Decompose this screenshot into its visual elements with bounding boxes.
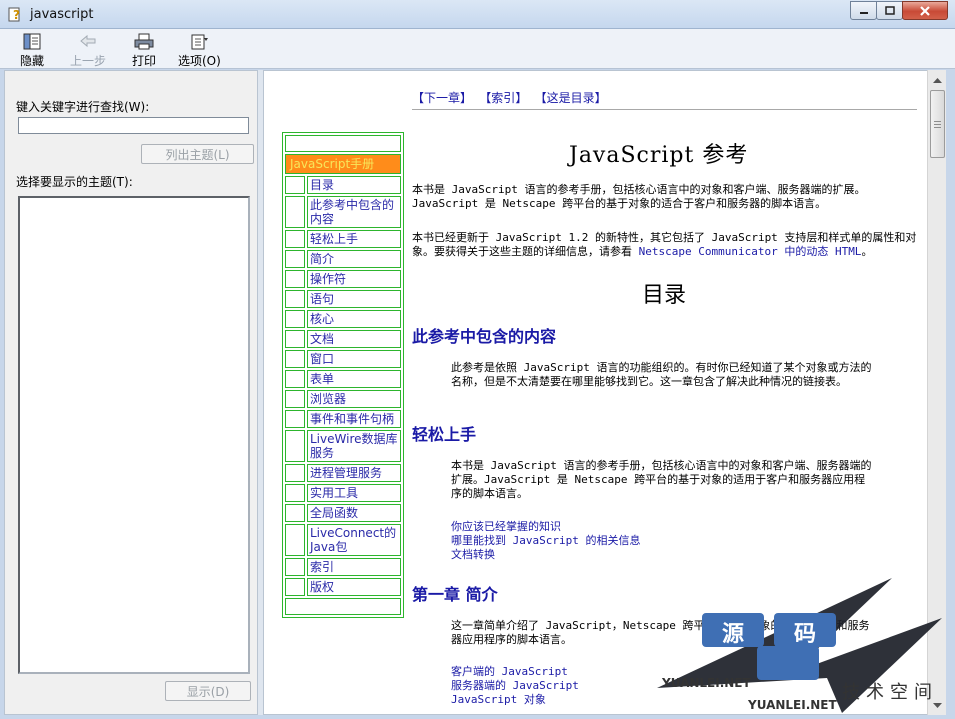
scroll-up-icon xyxy=(933,77,942,83)
scroll-thumb[interactable] xyxy=(930,90,945,158)
section-body-contents: 此参考是依照 JavaScript 语言的功能组织的。有时你已经知道了某个对象或… xyxy=(451,361,872,388)
toc-frame: JavaScript手册 目录 此参考中包含的内容 轻松上手 简介 操作符 语句… xyxy=(282,132,404,618)
print-button[interactable]: 打印 xyxy=(132,33,156,69)
toc-item[interactable]: LiveConnect的Java包 xyxy=(285,524,401,556)
toc-item[interactable]: 窗口 xyxy=(285,350,401,368)
page-title: JavaScript 参考 xyxy=(569,143,749,168)
title-bar: ? javascript xyxy=(0,0,955,29)
hide-pane-icon xyxy=(23,33,41,50)
toc-item[interactable]: 简介 xyxy=(285,250,401,268)
close-button[interactable] xyxy=(902,1,948,20)
link-prerequisites[interactable]: 你应该已经掌握的知识 xyxy=(451,520,561,534)
options-button[interactable]: 选项(O) xyxy=(178,33,221,69)
intro-paragraph-1: 本书是 JavaScript 语言的参考手册，包括核心语言中的对象和客户端、服务… xyxy=(412,183,866,210)
minimize-button[interactable] xyxy=(850,1,877,20)
restore-icon xyxy=(884,6,895,15)
toc-item[interactable]: 浏览器 xyxy=(285,390,401,408)
watermark-char-2: 码 xyxy=(794,622,817,647)
toc-item[interactable]: 事件和事件句柄 xyxy=(285,410,401,428)
display-button[interactable]: 显示(D) xyxy=(165,681,251,701)
options-icon xyxy=(191,34,209,50)
topic-list[interactable] xyxy=(18,196,250,674)
printer-icon xyxy=(134,33,154,50)
index-link[interactable]: 索引 xyxy=(491,91,515,105)
back-arrow-icon xyxy=(80,34,96,48)
toc-item[interactable]: 索引 xyxy=(285,558,401,576)
toc-item[interactable]: 版权 xyxy=(285,578,401,596)
intro-paragraph-2: 本书已经更新于 JavaScript 1.2 的新特性，其它包括了 JavaSc… xyxy=(412,231,917,258)
watermark-char-1: 源 xyxy=(722,622,745,647)
keyword-label: 键入关键字进行查找(W): xyxy=(16,100,150,114)
toc-item[interactable]: LiveWire数据库服务 xyxy=(285,430,401,462)
toc-item[interactable]: 文档 xyxy=(285,330,401,348)
toc-header: JavaScript手册 xyxy=(285,154,401,174)
watermark: 源 码 YUANLEI.NET 技术空间 YUANLEI.NET xyxy=(652,578,952,718)
toc-item[interactable]: 语句 xyxy=(285,290,401,308)
toc-item[interactable]: 目录 xyxy=(285,176,401,194)
toc-item[interactable]: 全局函数 xyxy=(285,504,401,522)
dynamic-html-link[interactable]: Netscape Communicator 中的动态 HTML xyxy=(639,245,862,258)
section-body-quickstart: 本书是 JavaScript 语言的参考手册，包括核心语言中的对象和客户端、服务… xyxy=(451,459,872,500)
toc-item[interactable]: 进程管理服务 xyxy=(285,464,401,482)
watermark-brand: YUANLEI.NET xyxy=(662,676,751,690)
toc-link[interactable]: 这是目录 xyxy=(547,91,595,105)
link-doc-conversion[interactable]: 文档转换 xyxy=(451,548,495,562)
help-file-icon: ? xyxy=(8,7,20,22)
toc-blank-row xyxy=(285,598,401,615)
toc-item[interactable]: 表单 xyxy=(285,370,401,388)
link-js-objects[interactable]: JavaScript 对象 xyxy=(451,693,546,707)
select-topic-label: 选择要显示的主题(T): xyxy=(16,175,133,189)
next-chapter-link[interactable]: 下一章 xyxy=(424,91,460,105)
index-pane: 键入关键字进行查找(W): 列出主题(L) 选择要显示的主题(T): 显示(D) xyxy=(4,70,258,715)
toc-item[interactable]: 此参考中包含的内容 xyxy=(285,196,401,228)
toolbar: 隐藏 上一步 打印 选项(O) xyxy=(0,29,955,69)
list-topics-button[interactable]: 列出主题(L) xyxy=(141,144,254,164)
link-server-js[interactable]: 服务器端的 JavaScript xyxy=(451,679,579,693)
keyword-input[interactable] xyxy=(18,117,249,134)
window-controls xyxy=(850,1,948,20)
section-title-chapter1[interactable]: 第一章 简介 xyxy=(412,581,498,605)
toc-heading: 目录 xyxy=(642,283,687,308)
close-icon xyxy=(920,5,930,16)
toc-item[interactable]: 核心 xyxy=(285,310,401,328)
watermark-cn: 技术空间 xyxy=(842,682,938,703)
toc-item[interactable]: 实用工具 xyxy=(285,484,401,502)
link-where-to-find[interactable]: 哪里能找到 JavaScript 的相关信息 xyxy=(451,534,640,548)
window-title: javascript xyxy=(30,7,94,22)
scroll-up-button[interactable] xyxy=(930,72,945,87)
back-button[interactable]: 上一步 xyxy=(70,33,106,69)
top-navigation: 【下一章】 【索引】 【这是目录】 xyxy=(412,91,607,105)
toc-item[interactable]: 操作符 xyxy=(285,270,401,288)
section-title-quickstart[interactable]: 轻松上手 xyxy=(412,421,476,445)
divider xyxy=(412,109,917,110)
watermark-brand-2: YUANLEI.NET xyxy=(748,698,837,712)
hide-button[interactable]: 隐藏 xyxy=(20,33,44,69)
maximize-button[interactable] xyxy=(876,1,903,20)
link-client-js[interactable]: 客户端的 JavaScript xyxy=(451,665,568,679)
toc-item[interactable]: 轻松上手 xyxy=(285,230,401,248)
svg-text:?: ? xyxy=(13,8,20,22)
section-title-contents[interactable]: 此参考中包含的内容 xyxy=(412,323,556,347)
toc-blank-row xyxy=(285,135,401,152)
minimize-icon xyxy=(859,11,868,14)
